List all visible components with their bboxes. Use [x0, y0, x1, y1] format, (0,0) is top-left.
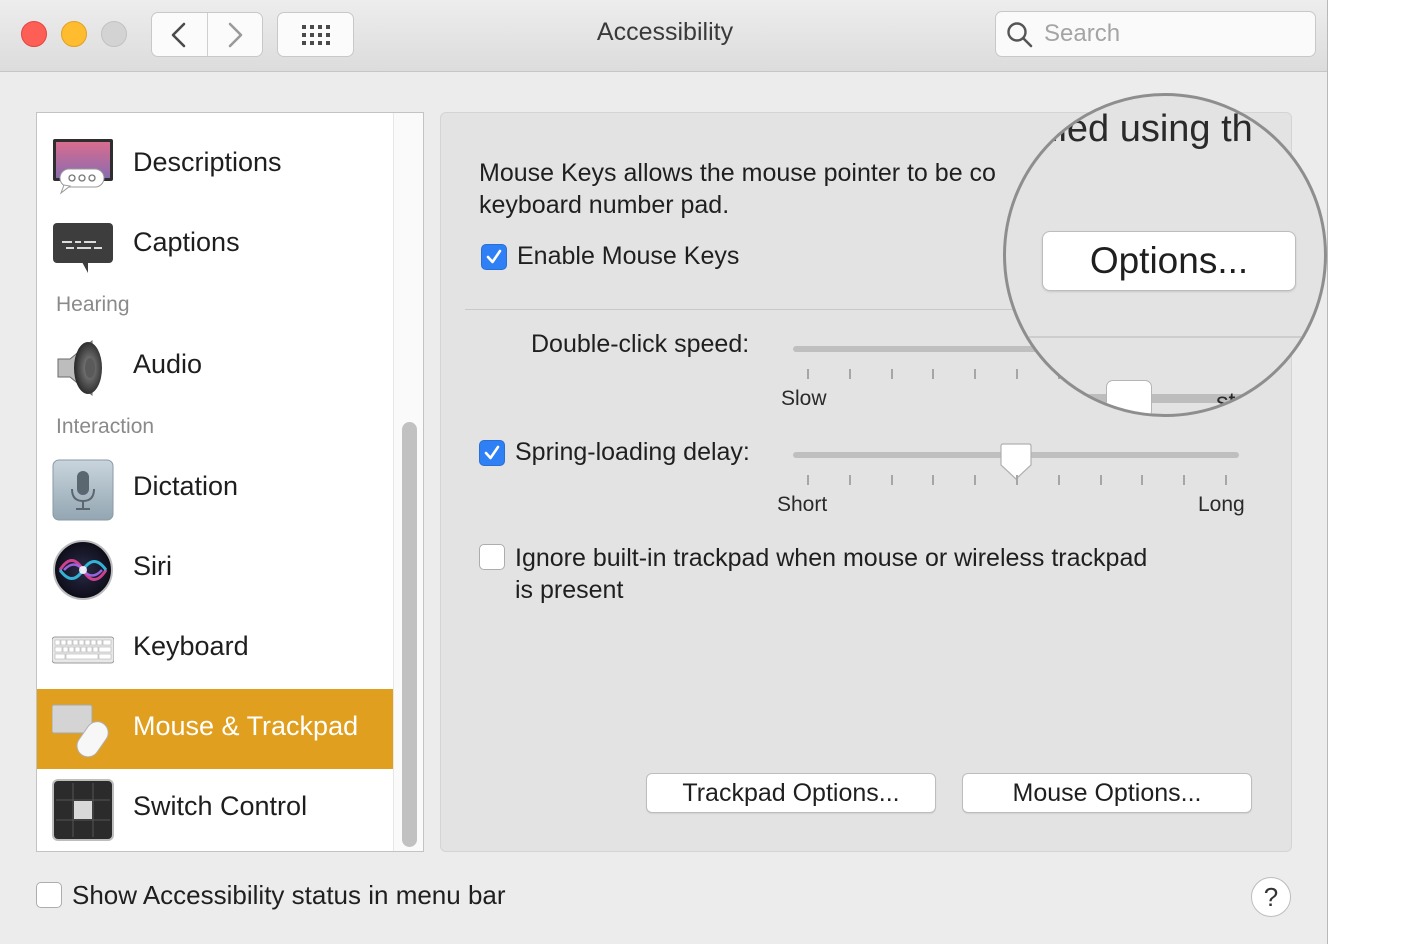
speaker-icon — [57, 339, 102, 397]
slider-tick — [807, 369, 809, 379]
minimize-window-button[interactable] — [61, 21, 87, 47]
spring-loading-short-label: Short — [777, 493, 828, 516]
sidebar-item-label: Switch Control — [133, 791, 308, 821]
checkmark-icon — [486, 249, 502, 264]
ignore-trackpad-label-line-1: Ignore built-in trackpad when mouse or w… — [515, 544, 1148, 572]
slider-tick — [890, 369, 893, 379]
magnified-divider — [1006, 336, 1324, 338]
forward-button[interactable] — [206, 13, 263, 56]
spring-loading-long-label: Long — [1198, 493, 1245, 516]
section-header-interaction: Interaction — [56, 415, 155, 438]
sidebar-item-switch-control[interactable]: Switch Control — [37, 769, 393, 849]
zoom-window-button[interactable] — [101, 21, 127, 47]
sidebar-item-label: Descriptions — [133, 147, 282, 177]
ignore-trackpad-label: Ignore built-in trackpad when mouse or w… — [515, 542, 1147, 606]
search-icon — [1007, 22, 1033, 48]
slider-tick — [932, 475, 935, 485]
ignore-trackpad-checkbox[interactable] — [479, 544, 505, 570]
captions-icon — [53, 223, 113, 273]
sidebar-item-keyboard[interactable]: Keyboard — [37, 609, 393, 689]
enable-mouse-keys-checkbox[interactable] — [481, 244, 507, 270]
keyboard-icon — [52, 636, 114, 664]
mouse-keys-options-button[interactable]: Options... — [1042, 231, 1296, 291]
sidebar: Descriptions Captions Hearing Audio Inte… — [36, 112, 424, 852]
sidebar-item-audio[interactable]: Audio — [37, 327, 393, 407]
sidebar-item-label: Mouse & Trackpad — [133, 711, 359, 741]
sidebar-item-label: Keyboard — [133, 631, 249, 661]
slider-tick — [1099, 475, 1102, 485]
trackpad-options-button[interactable]: Trackpad Options... — [646, 773, 936, 813]
siri-icon — [53, 540, 113, 600]
grid-icon — [301, 24, 330, 45]
magnifier-callout: lled using th Options... st — [1003, 93, 1327, 417]
slider-tick — [1141, 475, 1144, 485]
sidebar-item-label: Siri — [133, 551, 172, 581]
nav-button-group — [151, 12, 263, 57]
slider-tick — [1057, 475, 1060, 485]
sidebar-item-mouse-trackpad[interactable]: Mouse & Trackpad — [37, 689, 393, 769]
chevron-left-icon — [171, 22, 186, 47]
enable-mouse-keys-label: Enable Mouse Keys — [517, 242, 740, 270]
double-click-speed-label: Double-click speed: — [531, 330, 750, 358]
slider-tick — [932, 369, 935, 379]
magnified-fast-label: st — [1216, 388, 1236, 416]
spring-loading-checkbox[interactable] — [479, 440, 505, 466]
slider-tick — [807, 475, 809, 485]
search-input[interactable] — [1042, 18, 1302, 50]
mouse-trackpad-icon — [52, 704, 109, 758]
window-title: Accessibility — [596, 18, 734, 46]
search-field[interactable] — [995, 11, 1316, 57]
mouse-keys-description: Mouse Keys allows the mouse pointer to b… — [479, 157, 1039, 221]
slider-tick — [1016, 369, 1018, 379]
slider-tick — [1016, 475, 1018, 485]
show-status-menu-bar-label: Show Accessibility status in menu bar — [72, 880, 506, 910]
slider-tick — [974, 475, 977, 485]
close-window-button[interactable] — [21, 21, 47, 47]
double-click-slow-label: Slow — [781, 387, 827, 410]
microphone-icon — [52, 459, 114, 521]
sidebar-item-label: Audio — [133, 349, 203, 379]
sidebar-item-siri[interactable]: Siri — [37, 529, 393, 609]
preferences-window: Accessibility Search Descriptions Captio… — [0, 0, 1328, 944]
sidebar-item-label: Captions — [133, 227, 240, 257]
slider-tick — [848, 369, 851, 379]
magnified-slider-thumb — [1106, 380, 1152, 414]
slider-tick — [890, 475, 893, 485]
sidebar-item-dictation[interactable]: Dictation — [37, 449, 393, 529]
show-all-button[interactable] — [277, 12, 354, 57]
section-header-hearing: Hearing — [56, 293, 130, 316]
sidebar-item-descriptions[interactable]: Descriptions — [37, 125, 393, 205]
descriptions-icon — [53, 139, 113, 195]
description-line-2: keyboard number pad. — [479, 191, 730, 219]
spring-loading-delay-label: Spring-loading delay: — [515, 438, 750, 466]
show-status-menu-bar-checkbox[interactable] — [36, 882, 62, 908]
sidebar-item-label: Dictation — [133, 471, 239, 501]
sidebar-item-captions[interactable]: Captions — [37, 205, 393, 285]
switch-control-icon — [52, 779, 114, 841]
slider-tick — [1183, 475, 1186, 485]
slider-tick — [974, 369, 977, 379]
sidebar-scrollbar[interactable] — [393, 113, 423, 851]
magnified-description-text: lled using th — [1050, 108, 1253, 150]
chevron-right-icon — [228, 22, 243, 47]
checkmark-icon — [484, 445, 500, 460]
slider-tick — [1225, 475, 1227, 485]
mouse-options-button[interactable]: Mouse Options... — [962, 773, 1252, 813]
description-line-1: Mouse Keys allows the mouse pointer to b… — [479, 159, 996, 187]
back-button[interactable] — [152, 13, 207, 56]
sidebar-scroll-thumb[interactable] — [402, 422, 417, 847]
help-button[interactable]: ? — [1251, 877, 1291, 917]
ignore-trackpad-label-line-2: is present — [515, 576, 624, 604]
slider-tick — [848, 475, 851, 485]
title-bar: Accessibility — [0, 0, 1327, 72]
